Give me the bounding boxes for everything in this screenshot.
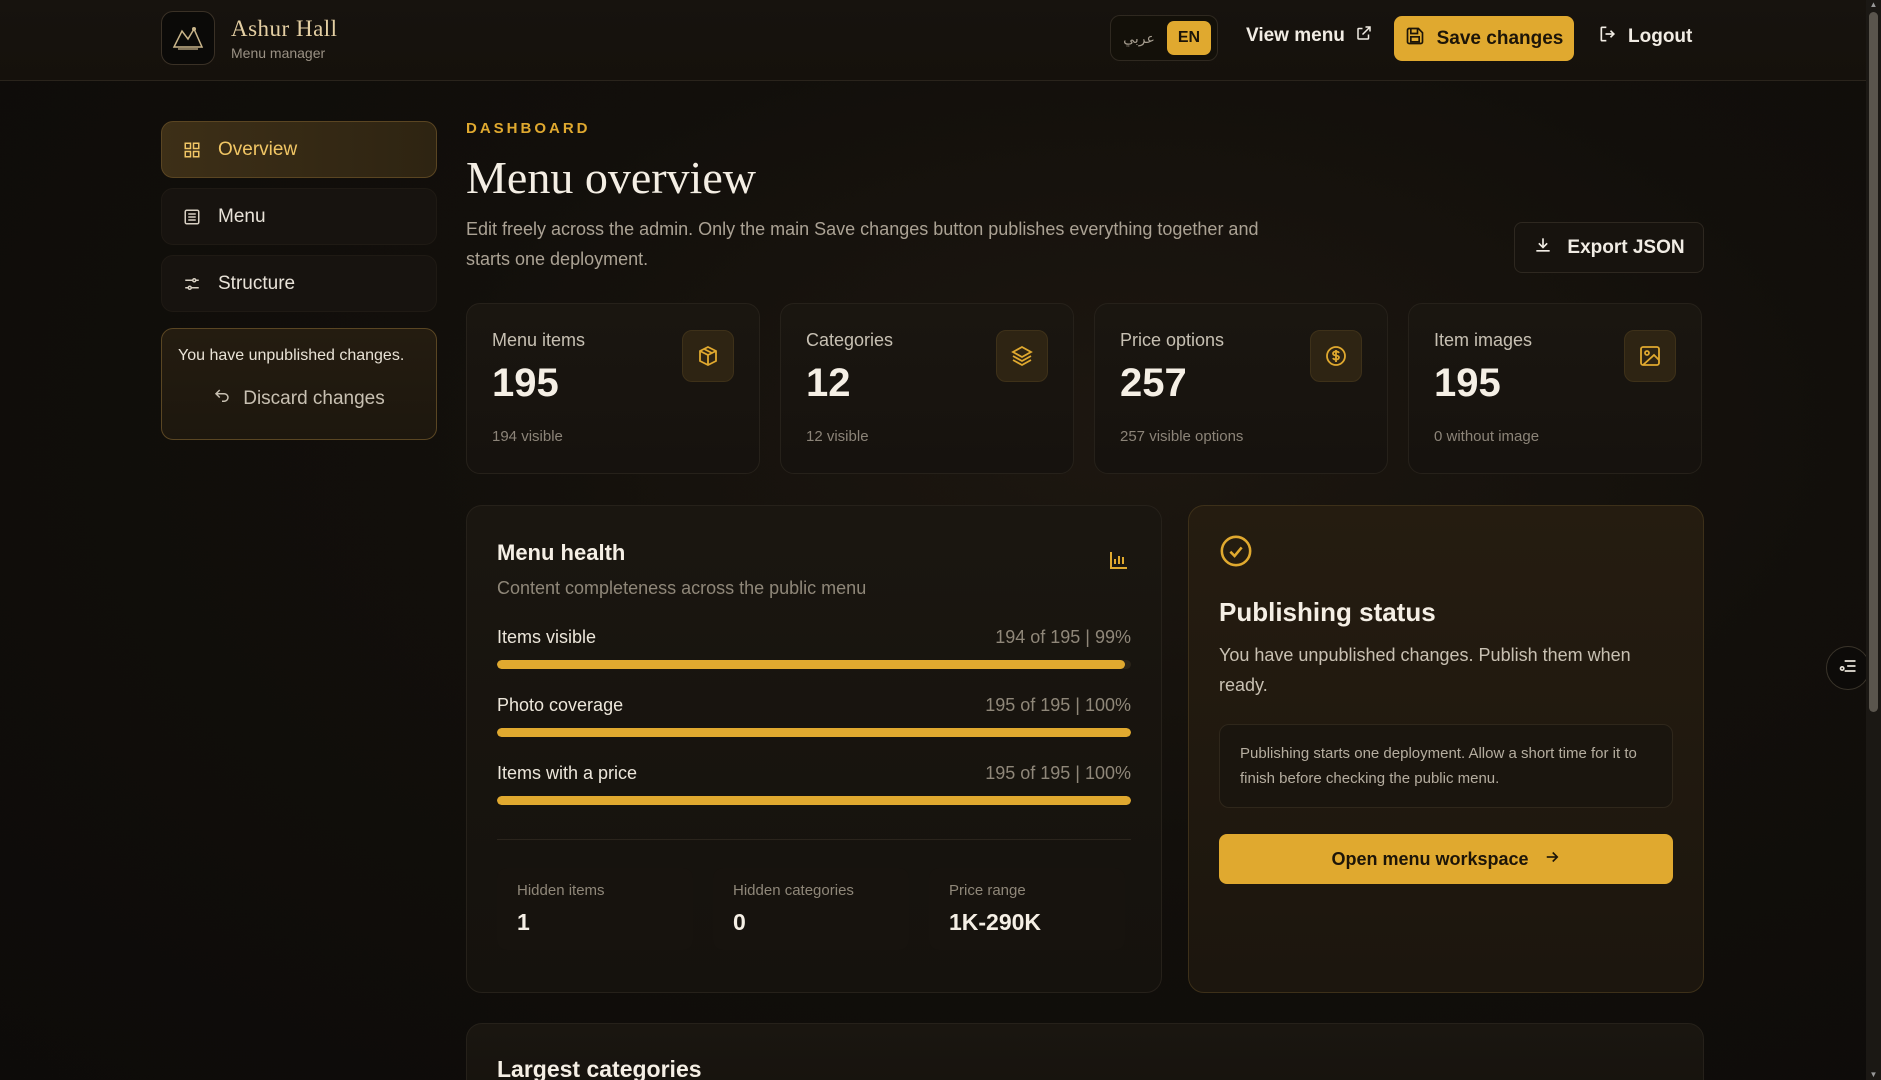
publish-description: You have unpublished changes. Publish th…	[1219, 645, 1631, 695]
download-icon	[1533, 235, 1553, 261]
mini-label: Hidden items	[517, 882, 605, 899]
largest-categories-title: Largest categories	[497, 1056, 702, 1080]
arrow-right-icon	[1543, 848, 1561, 871]
mini-value: 1K-290K	[949, 909, 1042, 935]
unpublished-changes-box: You have unpublished changes. Discard ch…	[161, 328, 437, 440]
health-title: Menu health	[497, 540, 626, 565]
sliders-icon	[182, 274, 202, 294]
stats-row: Menu items 195 194 visible Categories 12…	[466, 303, 1704, 474]
scroll-down-arrow[interactable]: ▼	[1869, 1070, 1878, 1080]
open-workspace-label: Open menu workspace	[1331, 848, 1529, 869]
logout-label: Logout	[1628, 26, 1693, 47]
layers-icon	[996, 330, 1048, 382]
floating-menu-button[interactable]	[1826, 646, 1870, 690]
divider	[497, 839, 1131, 840]
stat-card-item-images: Item images 195 0 without image	[1408, 303, 1702, 474]
logout-icon	[1598, 24, 1618, 50]
sidebar-item-menu[interactable]: Menu	[161, 188, 437, 245]
progress-value: 195 of 195 | 100%	[985, 695, 1131, 715]
view-menu-link[interactable]: View menu	[1246, 24, 1373, 48]
publish-title: Publishing status	[1219, 597, 1436, 627]
main-content: DASHBOARD Menu overview Edit freely acro…	[466, 120, 1704, 1080]
list-icon	[182, 207, 202, 227]
progress-label: Items with a price	[497, 763, 638, 783]
grid-icon	[182, 140, 202, 160]
largest-categories-card: Largest categories	[466, 1023, 1704, 1080]
brand[interactable]: Ashur Hall Menu manager	[161, 11, 338, 65]
menu-health-card: Menu health Content completeness across …	[466, 505, 1162, 993]
top-bar: Ashur Hall Menu manager عربي EN View men…	[0, 0, 1866, 81]
publish-note: Publishing starts one deployment. Allow …	[1219, 724, 1673, 808]
progress-label: Items visible	[497, 627, 597, 647]
page-eyebrow: DASHBOARD	[466, 120, 591, 137]
progress-photo-coverage: Photo coverage 195 of 195 | 100%	[497, 695, 1131, 737]
mini-label: Hidden categories	[733, 882, 854, 899]
save-icon	[1405, 26, 1425, 52]
export-json-button[interactable]: Export JSON	[1514, 222, 1704, 273]
sidebar-item-structure[interactable]: Structure	[161, 255, 437, 312]
sidebar-item-label: Overview	[218, 138, 298, 160]
progress-fill	[497, 660, 1125, 669]
view-menu-label: View menu	[1246, 25, 1345, 46]
mini-label: Price range	[949, 882, 1026, 899]
progress-fill	[497, 796, 1131, 805]
scroll-up-arrow[interactable]: ▲	[1869, 0, 1878, 10]
check-circle-icon	[1219, 534, 1673, 573]
stat-card-categories: Categories 12 12 visible	[780, 303, 1074, 474]
bar-chart-icon	[1107, 548, 1131, 577]
language-switcher: عربي EN	[1110, 15, 1218, 61]
mini-value: 0	[733, 909, 746, 935]
unpublished-text: You have unpublished changes.	[178, 347, 405, 364]
page-description: Edit freely across the admin. Only the m…	[466, 219, 1259, 269]
external-link-icon	[1355, 24, 1373, 48]
page-title: Menu overview	[466, 152, 756, 203]
export-label: Export JSON	[1567, 236, 1685, 258]
scrollbar-thumb[interactable]	[1869, 12, 1878, 712]
stat-sub: 194 visible	[492, 428, 563, 445]
open-menu-workspace-button[interactable]: Open menu workspace	[1219, 834, 1673, 884]
save-changes-button[interactable]: Save changes	[1394, 16, 1574, 61]
stat-card-price-options: Price options 257 257 visible options	[1094, 303, 1388, 474]
progress-track	[497, 660, 1131, 669]
discard-changes-button[interactable]: Discard changes	[178, 387, 420, 411]
logout-button[interactable]: Logout	[1598, 24, 1692, 50]
undo-icon	[213, 387, 231, 411]
mini-stats: Hidden items 1 Hidden categories 0 Price…	[497, 868, 1131, 950]
stat-sub: 12 visible	[806, 428, 869, 445]
lang-ar-button[interactable]: عربي	[1117, 30, 1161, 47]
progress-fill	[497, 728, 1131, 737]
progress-items-visible: Items visible 194 of 195 | 99%	[497, 627, 1131, 669]
save-label: Save changes	[1436, 27, 1564, 49]
progress-value: 195 of 195 | 100%	[985, 763, 1131, 783]
stat-sub: 0 without image	[1434, 428, 1540, 445]
sidebar: Overview Menu Structure You have unpubli…	[161, 121, 437, 440]
progress-track	[497, 796, 1131, 805]
progress-label: Photo coverage	[497, 695, 624, 715]
mini-stat-hidden-categories: Hidden categories 0	[713, 868, 909, 950]
mini-stat-price-range: Price range 1K-290K	[929, 868, 1125, 950]
publishing-status-card: Publishing status You have unpublished c…	[1188, 505, 1704, 993]
sidebar-item-overview[interactable]: Overview	[161, 121, 437, 178]
brand-subtitle: Menu manager	[231, 44, 326, 61]
brand-logo	[161, 11, 215, 65]
lang-en-button[interactable]: EN	[1167, 21, 1211, 55]
mini-stat-hidden-items: Hidden items 1	[497, 868, 693, 950]
sidebar-item-label: Structure	[218, 272, 296, 294]
brand-name: Ashur Hall	[231, 15, 338, 41]
stat-card-menu-items: Menu items 195 194 visible	[466, 303, 760, 474]
health-subtitle: Content completeness across the public m…	[497, 578, 867, 598]
progress-items-with-price: Items with a price 195 of 195 | 100%	[497, 763, 1131, 805]
dollar-icon	[1310, 330, 1362, 382]
mini-value: 1	[517, 909, 530, 935]
box-icon	[682, 330, 734, 382]
stat-sub: 257 visible options	[1120, 428, 1244, 445]
progress-value: 194 of 195 | 99%	[995, 627, 1131, 647]
image-icon	[1624, 330, 1676, 382]
discard-label: Discard changes	[243, 388, 385, 409]
sidebar-item-label: Menu	[218, 205, 266, 227]
scrollbar[interactable]: ▲ ▼	[1866, 0, 1881, 1080]
list-settings-icon	[1838, 656, 1858, 681]
progress-track	[497, 728, 1131, 737]
